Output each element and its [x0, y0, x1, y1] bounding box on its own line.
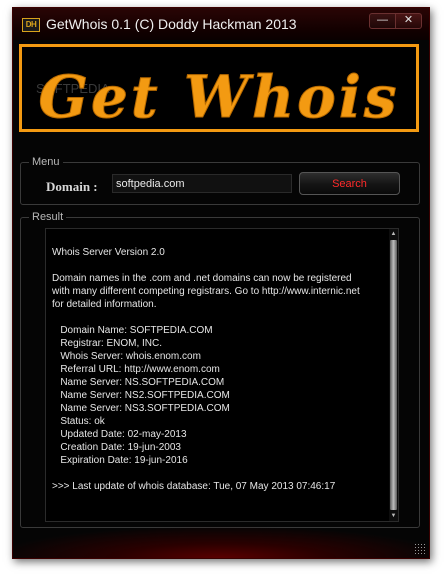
scroll-down-icon[interactable]: ▼	[389, 511, 398, 521]
app-window: DH GetWhois 0.1 (C) Doddy Hackman 2013 —…	[12, 7, 430, 559]
banner-logo-graphic: SOFTPEDIA Get Whois	[36, 63, 399, 130]
result-textarea[interactable]: Whois Server Version 2.0 Domain names in…	[45, 228, 399, 522]
menu-group: Menu Domain : Search	[20, 155, 420, 205]
banner-title: Get Whois	[38, 63, 399, 129]
result-scrollbar[interactable]: ▲ ▼	[389, 229, 398, 521]
scroll-up-icon[interactable]: ▲	[389, 229, 398, 239]
search-button[interactable]: Search	[299, 172, 400, 195]
menu-group-label: Menu	[29, 155, 63, 169]
minimize-button[interactable]: —	[369, 13, 396, 29]
domain-label: Domain :	[46, 179, 98, 194]
domain-input[interactable]	[112, 174, 292, 193]
app-icon: DH	[22, 18, 40, 32]
close-button[interactable]: ✕	[395, 13, 422, 29]
result-group-label: Result	[29, 210, 67, 224]
title-bar[interactable]: DH GetWhois 0.1 (C) Doddy Hackman 2013 —…	[13, 8, 429, 40]
banner-logo: SOFTPEDIA Get Whois	[19, 44, 419, 132]
result-group: Result Whois Server Version 2.0 Domain n…	[20, 210, 420, 528]
scroll-thumb[interactable]	[390, 240, 397, 510]
result-text: Whois Server Version 2.0 Domain names in…	[52, 247, 360, 492]
bottom-glow	[13, 526, 429, 558]
resize-grip-icon[interactable]	[414, 543, 426, 555]
window-title: GetWhois 0.1 (C) Doddy Hackman 2013	[46, 16, 297, 32]
